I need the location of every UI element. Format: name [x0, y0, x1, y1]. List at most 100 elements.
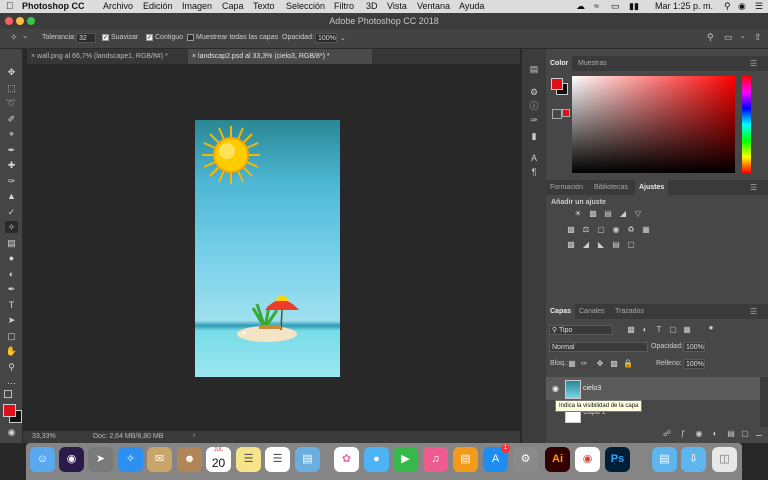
pen-tool-icon[interactable]: ✒: [5, 283, 18, 295]
layer-row-cielo3[interactable]: ◉ cielo3: [546, 377, 760, 400]
properties-icon[interactable]: ⚙: [528, 87, 540, 98]
tab-wall-png[interactable]: × wall.png al 66,7% (landscape1, RGB/8#)…: [27, 49, 188, 64]
menu-capa[interactable]: Capa: [222, 1, 244, 11]
blend-mode-select[interactable]: Normal: [549, 342, 648, 352]
color-balance-icon[interactable]: ⚖: [581, 225, 591, 235]
eyedropper-tool-icon[interactable]: ✒: [5, 144, 18, 156]
workspace-icon[interactable]: ▭: [724, 32, 733, 43]
itunes-icon[interactable]: ♫: [423, 447, 448, 472]
channel-mixer-icon[interactable]: ♻: [626, 225, 636, 235]
eye-icon[interactable]: ◉: [552, 384, 559, 393]
brightness-icon[interactable]: ☀: [573, 209, 583, 219]
opacity-dropdown-icon[interactable]: ⌄: [340, 34, 346, 42]
close-icon[interactable]: ×: [192, 53, 196, 60]
hue-saturation-icon[interactable]: ▩: [566, 225, 576, 235]
vibrance-icon[interactable]: ▽: [633, 209, 643, 219]
siri-menu-icon[interactable]: ◉: [738, 1, 746, 12]
notes-icon[interactable]: ☰: [236, 447, 261, 472]
zoom-window-button[interactable]: [27, 17, 35, 25]
menu-texto[interactable]: Texto: [253, 1, 275, 11]
menu-ventana[interactable]: Ventana: [417, 1, 450, 11]
hue-slider[interactable]: [742, 76, 751, 173]
layer-mask-icon[interactable]: ◉: [694, 429, 704, 439]
posterize-icon[interactable]: ◢: [581, 240, 591, 250]
filter-pixel-icon[interactable]: ▩: [626, 325, 636, 335]
tab-bibliotecas[interactable]: Bibliotecas: [590, 180, 632, 195]
brushes-icon[interactable]: ✑: [528, 115, 540, 126]
contiguous-checkbox[interactable]: ✓: [146, 34, 153, 41]
zoom-level[interactable]: 33,33%: [32, 433, 56, 440]
lock-artboard-icon[interactable]: ▩: [609, 359, 619, 369]
photo-filter-icon[interactable]: ◉: [611, 225, 621, 235]
layer-name[interactable]: cielo3: [583, 385, 601, 392]
battery-icon[interactable]: ▮▮: [629, 1, 639, 12]
quick-mask-icon[interactable]: ◉: [5, 426, 18, 438]
menu-3d[interactable]: 3D: [366, 1, 378, 11]
healing-brush-tool-icon[interactable]: ✚: [5, 159, 18, 171]
notification-center-icon[interactable]: ☰: [755, 1, 763, 12]
lock-position-icon[interactable]: ✥: [595, 359, 605, 369]
airplay-icon[interactable]: ▭: [611, 1, 620, 12]
move-tool-icon[interactable]: ✥: [5, 66, 18, 78]
menu-seleccion[interactable]: Selección: [286, 1, 325, 11]
search-icon[interactable]: ⚲: [707, 32, 714, 43]
crop-tool-icon[interactable]: ⌖: [5, 128, 18, 140]
reminders-icon[interactable]: ☰: [265, 447, 290, 472]
illustrator-icon[interactable]: Ai: [545, 447, 570, 472]
close-window-button[interactable]: [5, 17, 13, 25]
lock-transparent-icon[interactable]: ▦: [567, 359, 577, 369]
tab-trazados[interactable]: Trazados: [611, 304, 648, 319]
color-lookup-icon[interactable]: ▦: [641, 225, 651, 235]
gradient-tool-icon[interactable]: ▤: [5, 237, 18, 249]
workspace-dropdown-icon[interactable]: ⌄: [740, 32, 746, 40]
app-menu[interactable]: Photoshop CC: [22, 1, 85, 11]
filter-adjust-icon[interactable]: ◐: [640, 325, 650, 335]
delete-layer-icon[interactable]: ⚊: [754, 429, 764, 439]
sample-all-checkbox[interactable]: [187, 34, 194, 41]
curves-icon[interactable]: ▤: [603, 209, 613, 219]
filter-type-icon[interactable]: T: [654, 325, 664, 335]
link-layers-icon[interactable]: ☍: [662, 429, 672, 439]
status-menu-arrow-icon[interactable]: ›: [193, 432, 195, 439]
lock-all-icon[interactable]: 🔒: [623, 359, 633, 369]
history-brush-tool-icon[interactable]: ✓: [5, 206, 18, 218]
tab-color[interactable]: Color: [546, 56, 573, 71]
spotlight-icon[interactable]: ⚲: [724, 1, 731, 12]
siri-icon[interactable]: ◉: [59, 447, 84, 472]
layers-scrollbar[interactable]: [760, 377, 768, 427]
type-tool-icon[interactable]: T: [5, 299, 18, 311]
path-selection-tool-icon[interactable]: ➤: [5, 314, 18, 326]
layer-filter-select[interactable]: ⚲ Tipo: [549, 325, 613, 335]
tab-ajustes[interactable]: Ajustes: [635, 180, 669, 195]
calendar-icon[interactable]: JUL 20: [206, 447, 231, 472]
tab-landscap2-psd[interactable]: × landscap2.psd al 33,3% (cielo3, RGB/8*…: [188, 49, 372, 64]
filter-shape-icon[interactable]: ▢: [668, 325, 678, 335]
minimize-window-button[interactable]: [16, 17, 24, 25]
panel-menu-icon[interactable]: ☰: [746, 56, 761, 71]
levels-icon[interactable]: ▩: [588, 209, 598, 219]
trash-icon[interactable]: ◫: [712, 447, 737, 472]
mail-stamp-icon[interactable]: ✉: [147, 447, 172, 472]
ibooks-icon[interactable]: ▤: [453, 447, 478, 472]
new-group-icon[interactable]: ▤: [726, 429, 736, 439]
share-icon[interactable]: ⇧: [754, 32, 762, 43]
tab-muestras[interactable]: Muestras: [574, 56, 611, 71]
lasso-tool-icon[interactable]: ➰: [5, 97, 18, 109]
magic-wand-icon[interactable]: ✧: [10, 32, 18, 43]
more-tools-icon[interactable]: ⋯: [5, 377, 18, 389]
menu-vista[interactable]: Vista: [387, 1, 407, 11]
info-icon[interactable]: ⓘ: [528, 101, 540, 112]
marquee-tool-icon[interactable]: ⬚: [5, 82, 18, 94]
tab-formacion[interactable]: Formación: [546, 180, 587, 195]
folder-icon[interactable]: ▤: [652, 447, 677, 472]
new-layer-icon[interactable]: ▢: [740, 429, 750, 439]
tolerance-input[interactable]: 32: [76, 33, 96, 43]
contacts-icon[interactable]: ☻: [177, 447, 202, 472]
finder-icon[interactable]: ☺: [30, 447, 55, 472]
gamut-swatch[interactable]: [562, 109, 570, 117]
panel-menu-icon[interactable]: ☰: [746, 180, 761, 195]
antialias-checkbox[interactable]: ✓: [102, 34, 109, 41]
exposure-icon[interactable]: ◢: [618, 209, 628, 219]
preview-icon[interactable]: ▤: [295, 447, 320, 472]
blur-tool-icon[interactable]: ●: [5, 252, 18, 264]
